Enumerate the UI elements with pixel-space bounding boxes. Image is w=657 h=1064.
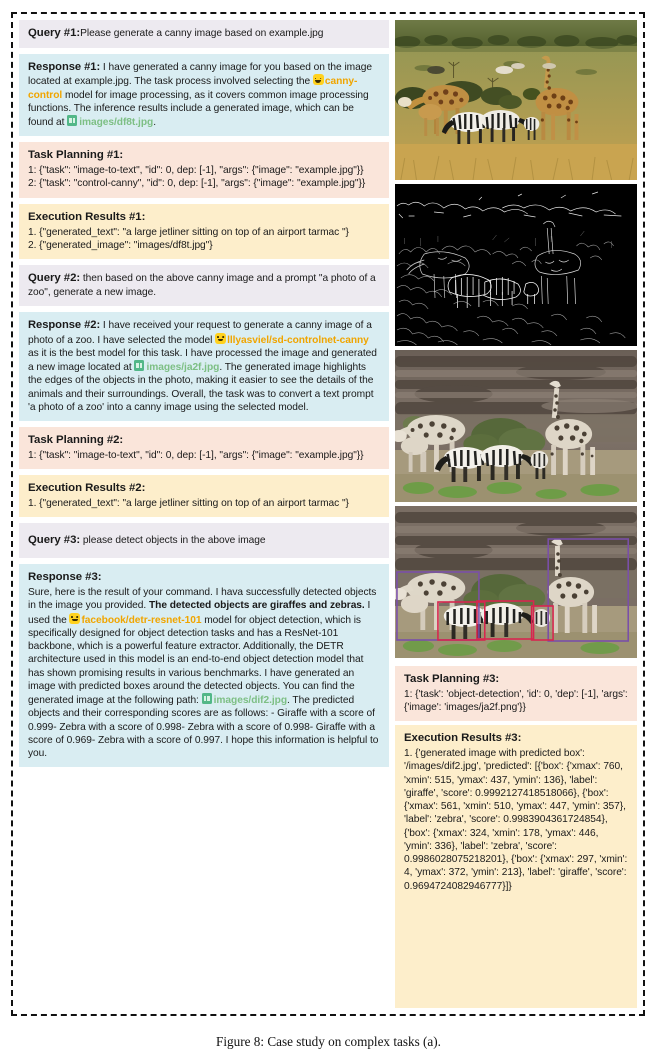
task-planning-1-line-2-visible: 2: {"task": "control-canny", "id": 0, de… <box>28 178 366 190</box>
query-block-3: Query #3: please detect objects in the a… <box>19 523 389 559</box>
response-block-3: Response #3: Sure, here is the result of… <box>19 564 389 768</box>
savanna-giraffes-zebras-photo <box>395 20 637 180</box>
response-2-model-link[interactable]: lllyasviel/sd-controlnet-canny <box>227 335 369 346</box>
query-2-title: Query #2: <box>28 272 81 285</box>
execution-results-1-line-1: 1. {"generated_text": "a large jetliner … <box>28 226 349 238</box>
response-2-file-link[interactable]: images/ja2f.jpg <box>146 362 219 373</box>
query-2-text: then based on the above canny image and … <box>28 273 376 298</box>
execution-results-3-line-1: 1. {'generated image with predicted box'… <box>404 748 628 892</box>
response-block-1: Response #1: I have generated a canny im… <box>19 53 389 137</box>
file-icon <box>134 360 145 372</box>
response-1-file-link[interactable]: images/df8t.jpg <box>79 117 153 128</box>
generated-zoo-image <box>395 350 637 502</box>
response-block-2: Response #2: I have received your reques… <box>19 312 389 422</box>
query-block-1: Query #1:Please generate a canny image b… <box>19 20 389 48</box>
execution-results-block-3: Execution Results #3: 1. {'generated ima… <box>395 725 637 1008</box>
object-detection-boxes-image <box>395 506 637 658</box>
response-3-file-link[interactable]: images/dif2.jpg <box>214 695 287 706</box>
task-planning-block-1: Task Planning #1: 1: {"task": "image-to-… <box>19 142 389 198</box>
response-1-text-part-3: . <box>153 117 156 129</box>
hugging-face-icon <box>312 74 324 86</box>
query-3-title: Query #3: <box>28 534 81 547</box>
figure-dashed-frame: Query #1:Please generate a canny image b… <box>11 12 645 1016</box>
hugging-face-icon <box>215 332 227 344</box>
execution-results-1-line-2: 2. {"generated_image": "images/df8t.jpg"… <box>28 239 213 251</box>
conversation-column: Query #1:Please generate a canny image b… <box>19 20 389 768</box>
task-planning-block-3: Task Planning #3: 1: {'task': 'object-de… <box>395 666 637 722</box>
file-icon <box>67 115 78 127</box>
task-planning-3-title: Task Planning #3: <box>404 673 500 685</box>
query-3-text: please detect objects in the above image <box>80 535 266 547</box>
task-planning-1-title: Task Planning #1: <box>28 149 124 162</box>
figure-body: Query #1:Please generate a canny image b… <box>19 20 637 1008</box>
execution-results-1-title: Execution Results #1: <box>28 210 146 223</box>
response-1-title: Response #1: <box>28 60 101 73</box>
figure-caption: Figure 8: Case study on complex tasks (a… <box>216 1034 441 1049</box>
task-planning-2-line-1: 1: {"task": "image-to-text", "id": 0, de… <box>28 450 364 462</box>
response-3-bold-phrase: The detected objects are giraffes and ze… <box>148 600 365 612</box>
hugging-face-icon <box>69 612 81 624</box>
execution-results-block-1: Execution Results #1: 1. {"generated_tex… <box>19 203 389 260</box>
query-1-text: Please generate a canny image based on e… <box>80 28 324 39</box>
execution-results-3-title: Execution Results #3: <box>404 732 522 745</box>
response-3-title: Response #3: <box>28 571 102 584</box>
response-3-text-part-3: model for object detection, which is spe… <box>28 614 364 707</box>
media-column: Task Planning #3: 1: {'task': 'object-de… <box>395 20 637 1008</box>
task-planning-2-title: Task Planning #2: <box>28 434 124 447</box>
task-planning-1-line-1-visible: 1: {"task": "image-to-text", "id": 0, de… <box>28 165 364 177</box>
query-1-title: Query #1: <box>28 27 81 39</box>
response-3-model-link[interactable]: facebook/detr-resnet-101 <box>81 615 201 626</box>
response-2-title: Response #2: <box>28 319 101 332</box>
file-icon <box>201 693 212 704</box>
task-planning-block-2: Task Planning #2: 1: {"task": "image-to-… <box>19 427 389 470</box>
canny-edge-image <box>395 184 637 346</box>
execution-results-2-title: Execution Results #2: <box>28 482 146 495</box>
execution-results-2-line-1: 1. {"generated_text": "a large jetliner … <box>28 498 349 510</box>
execution-results-block-2: Execution Results #2: 1. {"generated_tex… <box>19 475 389 518</box>
query-block-2: Query #2: then based on the above canny … <box>19 265 389 307</box>
task-planning-3-line-1: 1: {'task': 'object-detection', 'id': 0,… <box>404 688 628 714</box>
